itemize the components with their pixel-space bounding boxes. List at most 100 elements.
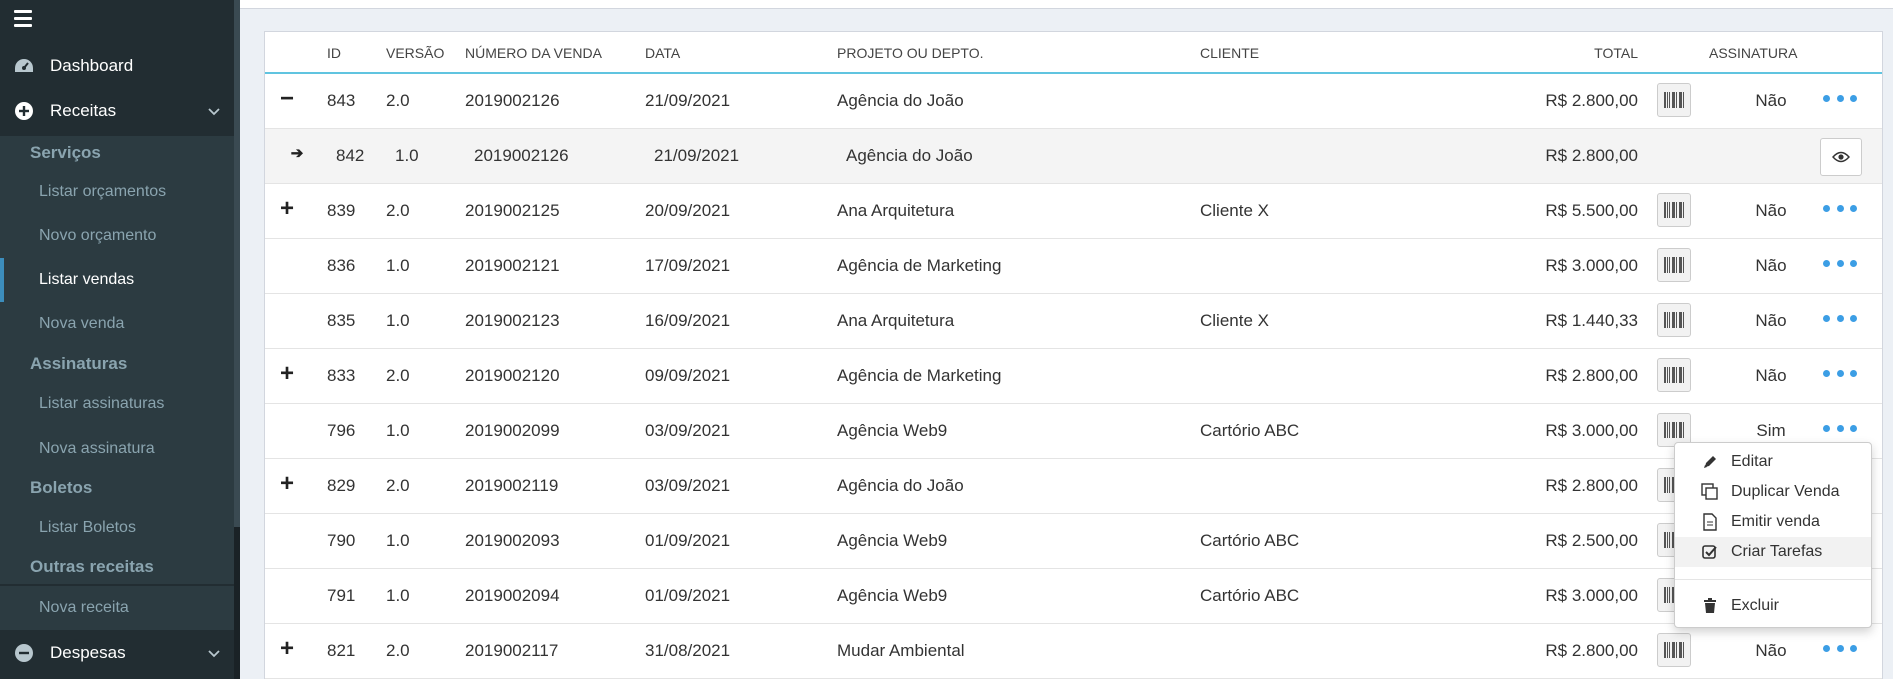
more-actions-icon[interactable] [1823, 636, 1857, 660]
menu-item-duplicar-venda[interactable]: Duplicar Venda [1675, 477, 1871, 507]
table-row: 835 1.0 2019002123 16/09/2021 Ana Arquitetur… [265, 294, 1882, 349]
cell-data: 17/09/2021 [645, 256, 731, 275]
sidebar-item-listar-orcamentos[interactable]: Listar orçamentos [0, 170, 234, 214]
cell-assinatura: Não [1755, 311, 1787, 330]
cell-versao: 1.0 [386, 586, 410, 605]
cell-id: 796 [327, 421, 356, 440]
cell-total: R$ 2.800,00 [1545, 476, 1638, 495]
cell-id: 821 [327, 641, 356, 660]
cell-numero: 2019002119 [465, 476, 559, 495]
table-row: 791 1.0 2019002094 01/09/2021 Agência Web9 Ca… [265, 569, 1882, 624]
cell-projeto: Agência Web9 [837, 586, 948, 605]
eye-icon [1832, 151, 1850, 163]
column-header-total[interactable]: TOTAL [1565, 45, 1638, 61]
cell-numero: 2019002094 [465, 586, 560, 605]
menu-item-excluir[interactable]: Excluir [1675, 591, 1871, 621]
menu-item-editar[interactable]: Editar [1675, 447, 1871, 477]
cell-assinatura: Sim [1756, 421, 1786, 440]
top-header-strip [240, 0, 1893, 9]
cell-numero: 2019002125 [465, 201, 560, 220]
sidebar-item-despesas[interactable]: Despesas [0, 631, 234, 675]
cell-numero: 2019002121 [465, 256, 560, 275]
column-header-cliente[interactable]: CLIENTE [1200, 45, 1259, 61]
sidebar-scrollbar-thumb[interactable] [234, 0, 240, 527]
cell-projeto: Agência do João [846, 146, 973, 165]
cell-id: 835 [327, 311, 356, 330]
more-actions-icon[interactable] [1823, 196, 1857, 220]
table-row: +833 2.0 2019002120 09/09/2021 Agência de Ma… [265, 349, 1882, 404]
submenu-group-servicos: Serviços [0, 136, 234, 170]
cell-versao: 1.0 [386, 311, 410, 330]
boleto-button[interactable] [1657, 358, 1691, 392]
table-row: +839 2.0 2019002125 20/09/2021 Ana Arquitetu… [265, 184, 1882, 239]
row-expander-toggle[interactable]: + [277, 361, 297, 387]
table-row: +829 2.0 2019002119 03/09/2021 Agência do Jo… [265, 459, 1882, 514]
table-row: 790 1.0 2019002093 01/09/2021 Agência Web9 Ca… [265, 514, 1882, 569]
sidebar-item-listar-boletos[interactable]: Listar Boletos [0, 506, 234, 550]
table-header: ID VERSÃO NÚMERO DA VENDA DATA PROJETO O… [265, 32, 1882, 74]
more-actions-icon[interactable] [1823, 361, 1857, 385]
row-expander-toggle[interactable]: + [277, 471, 297, 497]
sidebar-item-novo-orcamento[interactable]: Novo orçamento [0, 214, 234, 258]
cell-data: 31/08/2021 [645, 641, 731, 660]
cell-versao: 1.0 [395, 146, 419, 165]
sidebar-scrollbar[interactable] [234, 0, 240, 679]
boleto-button[interactable] [1657, 193, 1691, 227]
cell-cliente: Cartório ABC [1200, 421, 1300, 440]
barcode-icon [1663, 201, 1685, 219]
menu-item-criar-tarefas[interactable]: Criar Tarefas [1675, 537, 1871, 567]
more-actions-icon[interactable] [1823, 416, 1857, 440]
submenu-group-outras-receitas: Outras receitas [0, 550, 234, 584]
cell-projeto: Ana Arquitetura [837, 201, 955, 220]
cell-versao: 2.0 [386, 476, 410, 495]
more-actions-icon[interactable] [1823, 306, 1857, 330]
sidebar-item-nova-receita[interactable]: Nova receita [0, 586, 234, 630]
cell-projeto: Agência de Marketing [837, 256, 1002, 275]
column-header-data[interactable]: DATA [645, 45, 680, 61]
sidebar-item-dashboard[interactable]: Dashboard [0, 44, 234, 88]
sidebar: Dashboard Receitas Serviços Listar orçam… [0, 0, 240, 679]
row-expander-toggle[interactable]: + [277, 636, 297, 662]
sidebar-item-listar-assinaturas[interactable]: Listar assinaturas [0, 382, 234, 426]
cell-total: R$ 2.800,00 [1545, 146, 1638, 165]
cell-assinatura: Não [1755, 641, 1787, 660]
sidebar-item-nova-venda[interactable]: Nova venda [0, 302, 234, 346]
row-expander-toggle[interactable]: + [277, 196, 297, 222]
cell-versao: 2.0 [386, 91, 410, 110]
cell-data: 20/09/2021 [645, 201, 731, 220]
boleto-button[interactable] [1657, 303, 1691, 337]
more-actions-icon[interactable] [1823, 86, 1857, 110]
sidebar-item-label: Dashboard [50, 56, 134, 75]
boleto-button[interactable] [1657, 248, 1691, 282]
cell-cliente: Cartório ABC [1200, 586, 1300, 605]
column-header-projeto[interactable]: PROJETO OU DEPTO. [837, 45, 984, 61]
column-header-numero[interactable]: NÚMERO DA VENDA [465, 45, 602, 61]
cell-data: 16/09/2021 [645, 311, 731, 330]
column-header-assinatura[interactable]: ASSINATURA [1709, 45, 1797, 61]
sidebar-item-receitas[interactable]: Receitas [0, 89, 234, 133]
sales-table-panel: ID VERSÃO NÚMERO DA VENDA DATA PROJETO O… [264, 31, 1883, 679]
boleto-button[interactable] [1657, 633, 1691, 667]
cell-cliente: Cartório ABC [1200, 531, 1300, 550]
view-button[interactable] [1820, 138, 1862, 176]
sidebar-item-listar-vendas[interactable]: Listar vendas [0, 258, 234, 302]
menu-item-label: Criar Tarefas [1731, 543, 1823, 560]
cell-data: 03/09/2021 [645, 421, 731, 440]
table-row: ➔ 842 1.0 2019002126 21/09/2021 Agência do Jo… [265, 129, 1882, 184]
barcode-icon [1663, 366, 1685, 384]
barcode-icon [1663, 421, 1685, 439]
hamburger-menu-icon[interactable] [14, 10, 32, 31]
table-row: 796 1.0 2019002099 03/09/2021 Agência Web9 Ca… [265, 404, 1882, 459]
cell-total: R$ 2.800,00 [1545, 641, 1638, 660]
sidebar-item-nova-assinatura[interactable]: Nova assinatura [0, 427, 234, 471]
row-expander-toggle[interactable]: − [277, 86, 297, 112]
boleto-button[interactable] [1657, 83, 1691, 117]
more-actions-icon[interactable] [1823, 251, 1857, 275]
cell-numero: 2019002126 [465, 91, 560, 110]
cell-assinatura: Não [1755, 256, 1787, 275]
menu-item-emitir-venda[interactable]: Emitir venda [1675, 507, 1871, 537]
cell-id: 790 [327, 531, 356, 550]
column-header-id[interactable]: ID [327, 45, 341, 61]
cell-assinatura: Não [1755, 201, 1787, 220]
column-header-versao[interactable]: VERSÃO [386, 45, 444, 61]
